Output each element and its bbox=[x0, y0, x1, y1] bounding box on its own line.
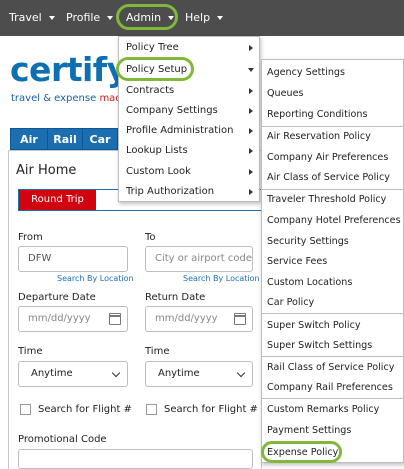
chevron-down-icon bbox=[236, 368, 246, 378]
to-field[interactable]: City or airport code bbox=[145, 246, 253, 272]
menu-item-label: Custom Look bbox=[126, 166, 191, 177]
menu-item-contracts[interactable]: Contracts bbox=[119, 81, 259, 101]
return-time-label: Time bbox=[145, 346, 170, 357]
policy-setup-highlight-ring bbox=[116, 57, 194, 81]
chevron-right-icon bbox=[249, 148, 253, 154]
menu-item-company-air-preferences[interactable]: Company Air Preferences bbox=[262, 148, 403, 167]
chevron-right-icon bbox=[249, 108, 253, 114]
chevron-down-icon bbox=[48, 16, 55, 20]
menu-item-trip-authorization[interactable]: Trip Authorization bbox=[119, 182, 259, 202]
departure-time-select[interactable]: Anytime bbox=[18, 361, 128, 387]
menu-item-company-settings[interactable]: Company Settings bbox=[119, 101, 259, 121]
departure-date-label: Departure Date bbox=[18, 292, 96, 303]
chevron-right-icon bbox=[249, 88, 253, 94]
return-time-value: Anytime bbox=[158, 368, 200, 379]
chevron-right-icon bbox=[249, 189, 253, 195]
round-trip-tab[interactable]: Round Trip bbox=[19, 190, 96, 210]
search-flight-label-return: Search for Flight # bbox=[164, 404, 258, 415]
calendar-icon[interactable] bbox=[109, 313, 121, 325]
menu-item-traveler-threshold-policy[interactable]: Traveler Threshold Policy bbox=[262, 190, 403, 209]
menu-item-payment-settings[interactable]: Payment Settings bbox=[262, 421, 403, 440]
menu-item-custom-look[interactable]: Custom Look bbox=[119, 162, 259, 182]
chevron-right-icon bbox=[249, 169, 253, 175]
admin-highlight-ring bbox=[116, 4, 178, 30]
tab-car[interactable]: Car bbox=[82, 128, 118, 150]
menu-divider bbox=[262, 398, 403, 399]
search-flight-checkbox-return[interactable] bbox=[146, 404, 157, 415]
return-date-placeholder: mm/dd/yyyy bbox=[155, 313, 218, 324]
menu-divider bbox=[262, 313, 403, 314]
menu-item-car-policy[interactable]: Car Policy bbox=[262, 293, 403, 312]
menu-item-queues[interactable]: Queues bbox=[262, 84, 403, 103]
menu-item-rail-class-of-service-policy[interactable]: Rail Class of Service Policy bbox=[262, 358, 403, 377]
menu-item-air-class-of-service-policy[interactable]: Air Class of Service Policy bbox=[262, 168, 403, 187]
tab-air[interactable]: Air bbox=[10, 128, 48, 150]
nav-help[interactable]: Help bbox=[185, 0, 224, 36]
menu-item-security-settings[interactable]: Security Settings bbox=[262, 232, 403, 251]
menu-item-profile-administration[interactable]: Profile Administration bbox=[119, 121, 259, 141]
chevron-right-icon bbox=[249, 128, 253, 134]
policy-setup-submenu: Agency Settings Queues Reporting Conditi… bbox=[261, 59, 404, 463]
chevron-down-icon bbox=[111, 368, 121, 378]
return-time-select[interactable]: Anytime bbox=[145, 361, 253, 387]
menu-item-custom-remarks-policy[interactable]: Custom Remarks Policy bbox=[262, 400, 403, 419]
return-date-field[interactable]: mm/dd/yyyy bbox=[145, 306, 253, 332]
departure-date-placeholder: mm/dd/yyyy bbox=[28, 313, 91, 324]
menu-item-label: Lookup Lists bbox=[126, 145, 188, 156]
nav-profile[interactable]: Profile bbox=[66, 0, 114, 36]
logo-tagline: travel & expense mac bbox=[11, 93, 121, 104]
nav-profile-label: Profile bbox=[66, 11, 101, 24]
menu-item-lookup-lists[interactable]: Lookup Lists bbox=[119, 141, 259, 161]
menu-divider bbox=[262, 356, 403, 357]
expense-policy-highlight-ring bbox=[261, 441, 342, 463]
search-flight-label-depart: Search for Flight # bbox=[38, 404, 132, 415]
from-label: From bbox=[18, 232, 43, 243]
nav-help-label: Help bbox=[185, 11, 211, 24]
tagline-text: travel & expense bbox=[11, 93, 100, 104]
menu-item-agency-settings[interactable]: Agency Settings bbox=[262, 63, 403, 82]
menu-item-reporting-conditions[interactable]: Reporting Conditions bbox=[262, 105, 403, 124]
promo-code-label: Promotional Code bbox=[18, 434, 107, 445]
departure-time-value: Anytime bbox=[31, 368, 73, 379]
tab-rail[interactable]: Rail bbox=[47, 128, 83, 150]
nav-travel-label: Travel bbox=[9, 11, 42, 24]
menu-item-service-fees[interactable]: Service Fees bbox=[262, 252, 403, 271]
menu-item-label: Contracts bbox=[126, 85, 175, 96]
menu-item-company-hotel-preferences[interactable]: Company Hotel Preferences bbox=[262, 211, 403, 230]
promo-code-field[interactable] bbox=[18, 449, 253, 469]
chevron-down-icon bbox=[107, 16, 114, 20]
menu-item-policy-tree[interactable]: Policy Tree bbox=[119, 38, 259, 58]
return-date-label: Return Date bbox=[145, 292, 206, 303]
menu-item-custom-locations[interactable]: Custom Locations bbox=[262, 273, 403, 292]
nav-travel[interactable]: Travel bbox=[9, 0, 55, 36]
departure-time-label: Time bbox=[18, 346, 43, 357]
chevron-down-icon bbox=[248, 68, 254, 72]
menu-item-label: Trip Authorization bbox=[126, 186, 215, 197]
menu-item-label: Profile Administration bbox=[126, 125, 234, 136]
certify-logo: certify bbox=[10, 50, 128, 89]
from-search-by-location-link[interactable]: Search By Location bbox=[57, 274, 134, 283]
menu-item-super-switch-settings[interactable]: Super Switch Settings bbox=[262, 336, 403, 355]
chevron-right-icon bbox=[249, 45, 253, 51]
to-search-by-location-link[interactable]: Search By Location bbox=[183, 274, 260, 283]
menu-item-label: Company Settings bbox=[126, 105, 218, 116]
menu-item-label: Policy Tree bbox=[126, 42, 179, 53]
menu-item-company-rail-preferences[interactable]: Company Rail Preferences bbox=[262, 378, 403, 397]
to-label: To bbox=[145, 232, 156, 243]
menu-item-air-reservation-policy[interactable]: Air Reservation Policy bbox=[262, 127, 403, 146]
calendar-icon[interactable] bbox=[234, 313, 246, 325]
from-field[interactable]: DFW bbox=[18, 246, 128, 272]
air-home-title: Air Home bbox=[16, 163, 77, 178]
menu-item-super-switch-policy[interactable]: Super Switch Policy bbox=[262, 316, 403, 335]
departure-date-field[interactable]: mm/dd/yyyy bbox=[18, 306, 128, 332]
search-flight-checkbox-depart[interactable] bbox=[20, 404, 31, 415]
chevron-down-icon bbox=[217, 16, 224, 20]
